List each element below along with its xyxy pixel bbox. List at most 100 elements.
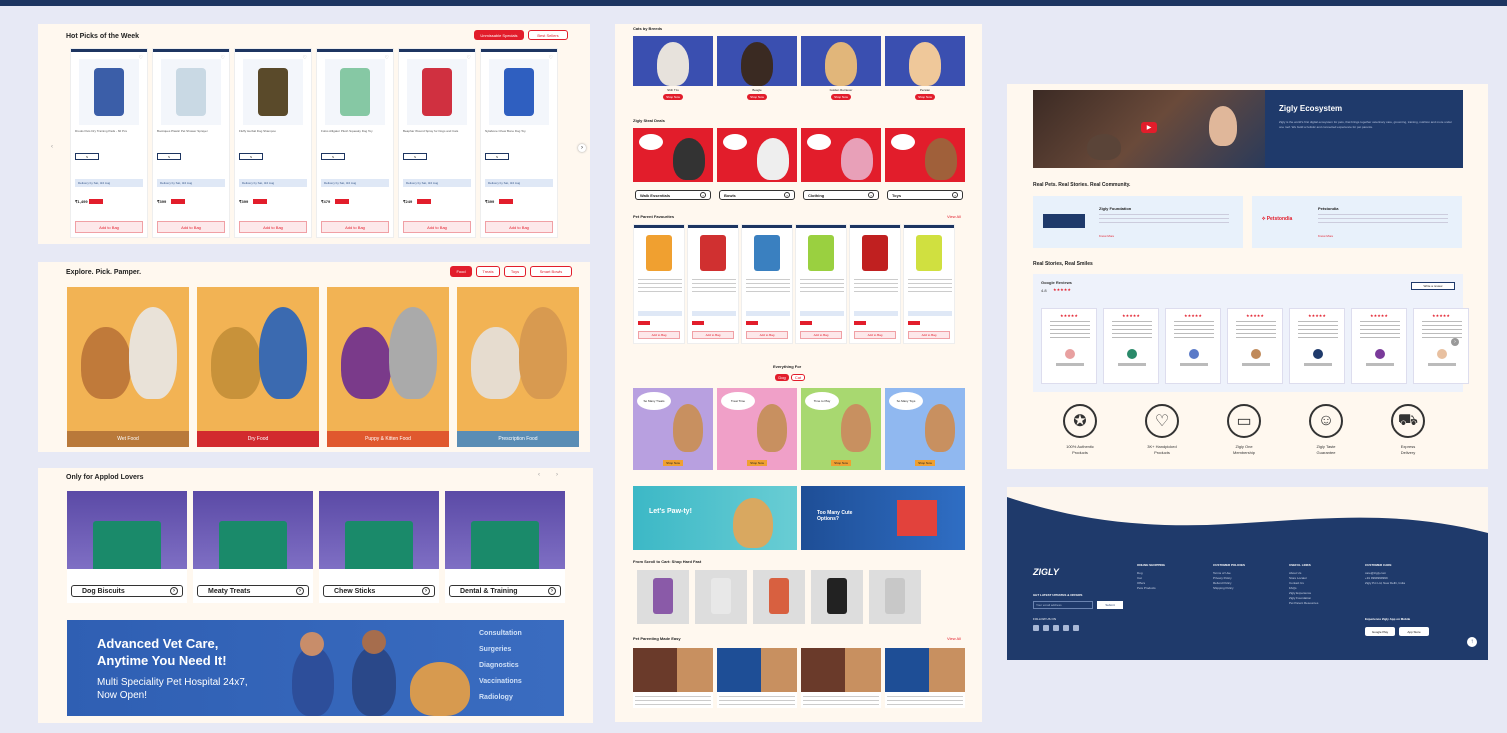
breed-tile[interactable] [717, 36, 797, 86]
arrow-circle-icon[interactable]: › [422, 587, 430, 595]
shop-now-button[interactable]: Shop Now [747, 94, 767, 100]
category-label[interactable]: Prescription Food [457, 431, 579, 447]
add-to-bag-button[interactable]: Add to Bag [638, 331, 680, 339]
wishlist-heart-icon[interactable]: ♡ [385, 55, 389, 61]
facebook-icon[interactable] [1033, 625, 1039, 631]
product-image[interactable] [243, 59, 303, 125]
play-icon[interactable]: ▶ [1141, 122, 1157, 133]
review-card[interactable]: ★★★★★ [1351, 308, 1407, 384]
petstondia-link[interactable]: Know More [1318, 234, 1333, 238]
add-to-bag-button[interactable]: Add to Bag [692, 331, 734, 339]
product-image[interactable] [161, 59, 221, 125]
fav-product-card[interactable]: Add to Bag [903, 224, 955, 344]
pawty-banner[interactable]: Let's Paw-ty! [633, 486, 797, 550]
review-card[interactable]: ★★★★★ [1103, 308, 1159, 384]
everything-tile[interactable]: Treat Time Shop Now [717, 388, 797, 470]
product-card[interactable]: ♡ Fluffy Herbal Dog Shampoo S Delivery by S… [234, 48, 312, 238]
applod-category-card[interactable]: Meaty Treats › [193, 491, 313, 603]
fav-product-card[interactable]: Add to Bag [741, 224, 793, 344]
wishlist-heart-icon[interactable]: ♡ [303, 55, 307, 61]
product-image[interactable] [325, 59, 385, 125]
size-chip[interactable]: S [157, 153, 181, 160]
add-to-bag-button[interactable]: Add to Bag [485, 221, 553, 233]
tab-food[interactable]: Food [450, 266, 472, 277]
toggle-cat[interactable]: Cat [791, 374, 805, 381]
category-tile[interactable]: Dry Food [197, 287, 319, 447]
tab-best-sellers[interactable]: Best Sellers [528, 30, 568, 40]
applod-category-card[interactable]: Dental & Training › [445, 491, 565, 603]
add-to-bag-button[interactable]: Add to Bag [321, 221, 389, 233]
scroll-cart-tile[interactable] [869, 570, 921, 624]
everything-tile[interactable]: Time to Play Shop Now [801, 388, 881, 470]
foundation-card[interactable]: Zigly Foundation Know More [1033, 196, 1243, 248]
footer-link[interactable]: Pets Products [1137, 586, 1207, 591]
shop-now-button[interactable]: Shop Now [915, 94, 935, 100]
deal-tile[interactable] [885, 128, 965, 182]
shop-now-button[interactable]: Shop Now [747, 460, 767, 466]
everything-tile[interactable]: So Many Toys Shop Now [885, 388, 965, 470]
add-to-bag-button[interactable]: Add to Bag [908, 331, 950, 339]
twitter-icon[interactable] [1053, 625, 1059, 631]
tab-toys[interactable]: Toys [504, 266, 526, 277]
blog-card[interactable] [717, 648, 797, 708]
video-player[interactable]: ▶ [1033, 90, 1265, 168]
scroll-cart-tile[interactable] [811, 570, 863, 624]
scroll-cart-tile[interactable] [753, 570, 805, 624]
add-to-bag-button[interactable]: Add to Bag [75, 221, 143, 233]
deal-tile[interactable] [801, 128, 881, 182]
footer-link[interactable]: Zigly Pvt Ltd, New Delhi, India [1365, 581, 1435, 586]
arrow-circle-icon[interactable]: › [296, 587, 304, 595]
breed-tile[interactable] [885, 36, 965, 86]
applod-category-card[interactable]: Chew Sticks › [319, 491, 439, 603]
email-field[interactable]: Your email address [1033, 601, 1093, 609]
category-label[interactable]: Puppy & Kitten Food [327, 431, 449, 447]
arrow-circle-icon[interactable]: › [170, 587, 178, 595]
applod-category-label[interactable]: Chew Sticks › [323, 585, 435, 597]
write-review-button[interactable]: Write a review [1411, 282, 1455, 290]
review-card[interactable]: ★★★★★ [1165, 308, 1221, 384]
shop-now-button[interactable]: Shop Now [663, 94, 683, 100]
carousel-prev-icon[interactable]: ‹ [51, 144, 53, 150]
product-card[interactable]: ♡ Drools Pets Dry Training Pads - 60 Pcs S… [70, 48, 148, 238]
fav-product-card[interactable]: Add to Bag [849, 224, 901, 344]
category-label[interactable]: Wet Food [67, 431, 189, 447]
toggle-dog[interactable]: Dog [775, 374, 789, 381]
tab-unmissable-specials[interactable]: Unmissable Specials [474, 30, 524, 40]
everything-tile[interactable]: So Many Treats Shop Now [633, 388, 713, 470]
product-card[interactable]: ♡ Fofos Alligator Plush Squeaky Dog Toy S D… [316, 48, 394, 238]
product-image[interactable] [407, 59, 467, 125]
tab-treats[interactable]: Treats [476, 266, 500, 277]
category-tile[interactable]: Wet Food [67, 287, 189, 447]
submit-button[interactable]: Submit [1097, 601, 1123, 609]
add-to-bag-button[interactable]: Add to Bag [746, 331, 788, 339]
review-card[interactable]: ★★★★★ [1289, 308, 1345, 384]
wishlist-heart-icon[interactable]: ♡ [139, 55, 143, 61]
scroll-cart-tile[interactable] [695, 570, 747, 624]
deal-label[interactable]: Toys › [887, 190, 963, 200]
carousel-next-icon[interactable]: › [556, 472, 558, 478]
youtube-icon[interactable] [1063, 625, 1069, 631]
tab-smart-bowls[interactable]: Smart Bowls [530, 266, 572, 277]
shop-now-button[interactable]: Shop Now [831, 94, 851, 100]
category-tile[interactable]: Prescription Food [457, 287, 579, 447]
carousel-next-icon[interactable]: › [578, 144, 586, 152]
product-card[interactable]: ♡ Nylabone Chew Bone Dog Toy S Delivery by … [480, 48, 558, 238]
product-card[interactable]: ♡ Bootiques Plastic Pet Shower Sprayer S De… [152, 48, 230, 238]
size-chip[interactable]: S [403, 153, 427, 160]
deal-label[interactable]: Clothing › [803, 190, 879, 200]
deal-label[interactable]: Bowls › [719, 190, 795, 200]
shop-now-button[interactable]: Shop Now [831, 460, 851, 466]
reviews-next-icon[interactable]: › [1451, 338, 1459, 346]
product-image[interactable] [79, 59, 139, 125]
wishlist-heart-icon[interactable]: ♡ [467, 55, 471, 61]
review-card[interactable]: ★★★★★ [1227, 308, 1283, 384]
shop-now-button[interactable]: Shop Now [663, 460, 683, 466]
app-store-button[interactable]: App Store [1399, 627, 1429, 636]
arrow-circle-icon[interactable]: › [700, 192, 706, 198]
applod-category-label[interactable]: Meaty Treats › [197, 585, 309, 597]
scroll-cart-tile[interactable] [637, 570, 689, 624]
pet-parenting-view-all[interactable]: View All [947, 636, 961, 641]
blog-card[interactable] [633, 648, 713, 708]
vet-care-banner[interactable]: Advanced Vet Care, Anytime You Need It! … [67, 620, 564, 716]
add-to-bag-button[interactable]: Add to Bag [239, 221, 307, 233]
